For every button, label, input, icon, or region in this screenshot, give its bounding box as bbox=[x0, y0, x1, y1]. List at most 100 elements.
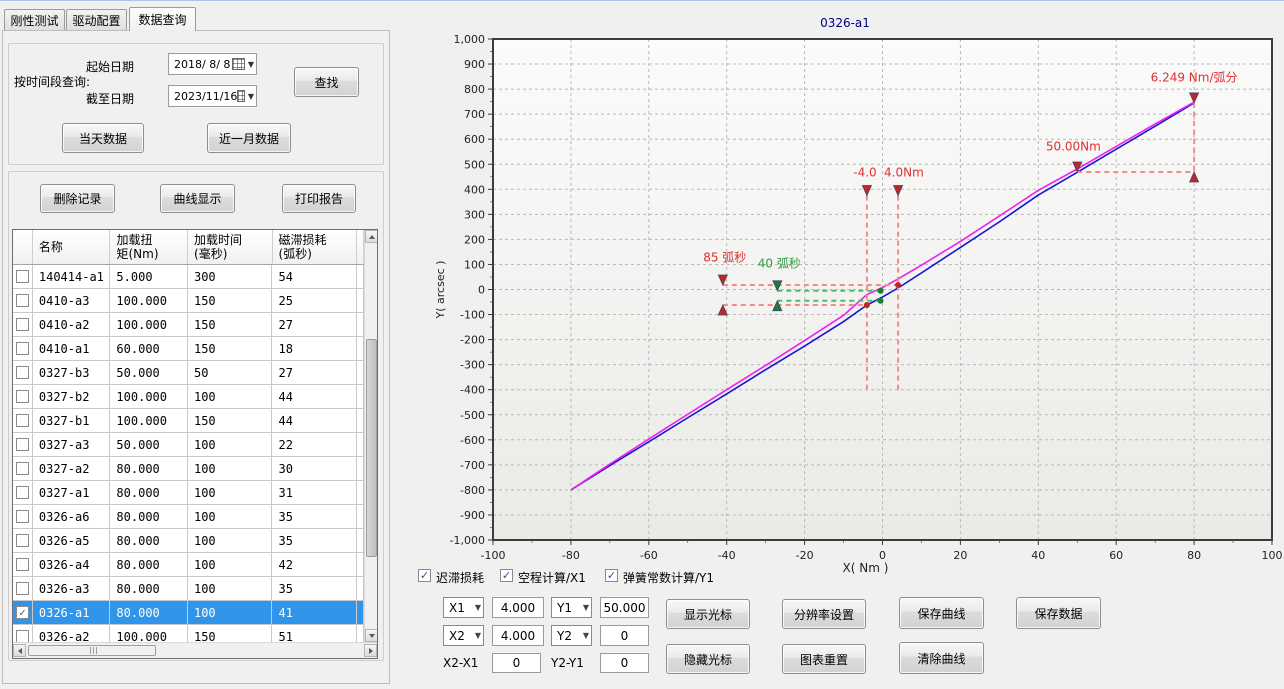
row-checkbox[interactable] bbox=[16, 534, 29, 547]
table-header-cell: 名称 bbox=[33, 230, 111, 264]
vertical-scrollbar[interactable] bbox=[364, 230, 377, 642]
row-checkbox-cell[interactable] bbox=[13, 265, 33, 288]
row-checkbox-cell[interactable] bbox=[13, 529, 33, 552]
row-checkbox[interactable] bbox=[16, 318, 29, 331]
dy-value-field[interactable] bbox=[600, 653, 649, 673]
show-cursor-button[interactable]: 显示光标 bbox=[666, 599, 750, 629]
row-checkbox[interactable] bbox=[16, 414, 29, 427]
row-checkbox-cell[interactable] bbox=[13, 433, 33, 456]
row-checkbox[interactable] bbox=[16, 390, 29, 403]
row-checkbox[interactable] bbox=[16, 582, 29, 595]
hide-cursor-button[interactable]: 隐藏光标 bbox=[666, 644, 750, 674]
month-data-button[interactable]: 近一月数据 bbox=[207, 123, 291, 153]
row-checkbox-cell[interactable] bbox=[13, 313, 33, 336]
row-checkbox[interactable] bbox=[16, 270, 29, 283]
scroll-up-button[interactable] bbox=[365, 230, 377, 243]
row-checkbox-cell[interactable] bbox=[13, 625, 33, 642]
x1-select[interactable]: X1▼ bbox=[443, 597, 484, 618]
row-checkbox[interactable]: ✓ bbox=[16, 606, 29, 619]
y2-select[interactable]: Y2▼ bbox=[551, 625, 592, 646]
row-checkbox[interactable] bbox=[16, 366, 29, 379]
row-checkbox[interactable] bbox=[16, 558, 29, 571]
save-curve-button[interactable]: 保存曲线 bbox=[899, 597, 984, 629]
y1-select[interactable]: Y1▼ bbox=[551, 597, 592, 618]
tab-drive-config[interactable]: 驱动配置 bbox=[66, 9, 127, 30]
row-checkbox[interactable] bbox=[16, 510, 29, 523]
vertical-scroll-thumb[interactable] bbox=[366, 339, 377, 557]
start-date-field[interactable]: 2018/ 8/ 8 ▼ bbox=[168, 53, 257, 75]
table-row[interactable]: 140414-a15.00030054 bbox=[13, 265, 364, 289]
y1-value-field[interactable] bbox=[600, 597, 649, 618]
calendar-icon[interactable] bbox=[232, 58, 245, 70]
resolution-settings-button[interactable]: 分辨率设置 bbox=[782, 599, 866, 629]
x2-value-field[interactable] bbox=[492, 625, 544, 646]
curve-display-button[interactable]: 曲线显示 bbox=[160, 184, 235, 213]
row-checkbox-cell[interactable] bbox=[13, 361, 33, 384]
table-cell bbox=[357, 625, 364, 642]
find-button[interactable]: 查找 bbox=[294, 67, 359, 97]
row-checkbox-cell[interactable] bbox=[13, 289, 33, 312]
table-cell: 51 bbox=[272, 625, 357, 642]
tab-data-query[interactable]: 数据查询 bbox=[129, 7, 196, 31]
table-row[interactable]: 0327-b350.0005027 bbox=[13, 361, 364, 385]
table-row[interactable]: 0410-a3100.00015025 bbox=[13, 289, 364, 313]
table-row[interactable]: 0327-a350.00010022 bbox=[13, 433, 364, 457]
row-checkbox[interactable] bbox=[16, 438, 29, 451]
table-row[interactable]: 0327-b2100.00010044 bbox=[13, 385, 364, 409]
today-data-button[interactable]: 当天数据 bbox=[62, 123, 144, 153]
horizontal-scrollbar[interactable] bbox=[13, 642, 377, 658]
table-row[interactable]: 0410-a2100.00015027 bbox=[13, 313, 364, 337]
x2-select[interactable]: X2▼ bbox=[443, 625, 484, 646]
table-row[interactable]: 0410-a160.00015018 bbox=[13, 337, 364, 361]
end-date-field[interactable]: 2023/11/16 ▼ bbox=[168, 85, 257, 107]
print-report-button[interactable]: 打印报告 bbox=[282, 184, 356, 213]
row-checkbox-cell[interactable]: ✓ bbox=[13, 601, 33, 624]
table-row[interactable]: 0327-b1100.00015044 bbox=[13, 409, 364, 433]
table-cell: 0326-a3 bbox=[33, 577, 111, 600]
table-row[interactable]: 0326-a580.00010035 bbox=[13, 529, 364, 553]
scroll-down-button[interactable] bbox=[365, 629, 377, 642]
horizontal-scroll-thumb[interactable] bbox=[28, 645, 156, 656]
clear-curve-button[interactable]: 清除曲线 bbox=[899, 642, 984, 674]
table-row[interactable]: 0326-a480.00010042 bbox=[13, 553, 364, 577]
chevron-down-icon[interactable]: ▼ bbox=[248, 92, 254, 101]
chevron-down-icon[interactable]: ▼ bbox=[248, 60, 254, 69]
calc-checkbox[interactable]: ✓ bbox=[605, 569, 618, 582]
save-data-button[interactable]: 保存数据 bbox=[1016, 597, 1101, 629]
row-checkbox-cell[interactable] bbox=[13, 577, 33, 600]
delete-record-button[interactable]: 删除记录 bbox=[40, 184, 115, 213]
row-checkbox-cell[interactable] bbox=[13, 409, 33, 432]
table-row[interactable]: ✓0326-a180.00010041 bbox=[13, 601, 364, 625]
row-checkbox[interactable] bbox=[16, 462, 29, 475]
y-tick-label: 200 bbox=[464, 233, 485, 246]
row-checkbox[interactable] bbox=[16, 294, 29, 307]
table-cell: 100.000 bbox=[110, 385, 188, 408]
row-checkbox[interactable] bbox=[16, 630, 29, 642]
table-row[interactable]: 0326-a380.00010035 bbox=[13, 577, 364, 601]
row-checkbox-cell[interactable] bbox=[13, 457, 33, 480]
y2-value-field[interactable] bbox=[600, 625, 649, 646]
table-cell: 80.000 bbox=[110, 529, 188, 552]
row-checkbox-cell[interactable] bbox=[13, 337, 33, 360]
table-row[interactable]: 0327-a180.00010031 bbox=[13, 481, 364, 505]
row-checkbox-cell[interactable] bbox=[13, 505, 33, 528]
row-checkbox[interactable] bbox=[16, 342, 29, 355]
table-row[interactable]: 0326-a2100.00015051 bbox=[13, 625, 364, 642]
scroll-right-button[interactable] bbox=[364, 644, 377, 657]
table-row[interactable]: 0327-a280.00010030 bbox=[13, 457, 364, 481]
dx-value-field[interactable] bbox=[492, 653, 541, 673]
scroll-left-button[interactable] bbox=[13, 644, 26, 657]
calc-checkbox[interactable]: ✓ bbox=[500, 569, 513, 582]
x1-value-field[interactable] bbox=[492, 597, 544, 618]
calendar-icon[interactable] bbox=[237, 90, 244, 102]
row-checkbox-cell[interactable] bbox=[13, 481, 33, 504]
table-row[interactable]: 0326-a680.00010035 bbox=[13, 505, 364, 529]
chart-reset-button[interactable]: 图表重置 bbox=[782, 644, 866, 674]
table-cell bbox=[357, 577, 364, 600]
row-checkbox[interactable] bbox=[16, 486, 29, 499]
row-checkbox-cell[interactable] bbox=[13, 385, 33, 408]
calc-checkbox[interactable]: ✓ bbox=[418, 569, 431, 582]
row-checkbox-cell[interactable] bbox=[13, 553, 33, 576]
tab-rigidity-test[interactable]: 刚性测试 bbox=[4, 9, 65, 30]
table-cell bbox=[357, 481, 364, 504]
